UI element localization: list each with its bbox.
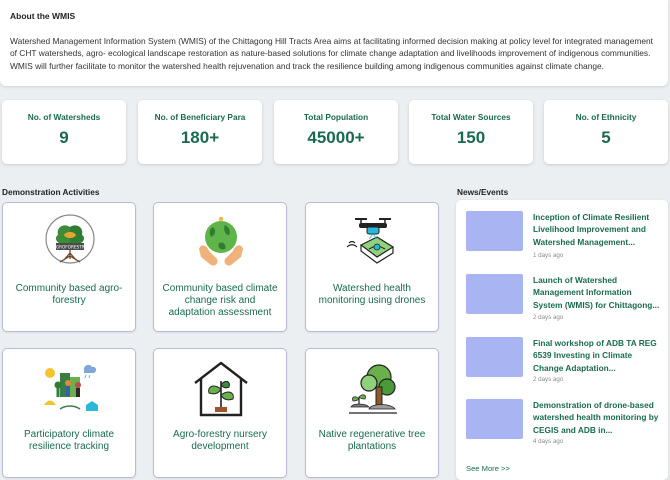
news-title-link[interactable]: Inception of Climate Resilient Livelihoo… xyxy=(533,211,661,248)
news-thumbnail[interactable] xyxy=(466,399,523,439)
activities-section-title: Demonstration Activities xyxy=(2,187,100,197)
climate-tracking-icon xyxy=(44,364,98,411)
stat-label: No. of Watersheds xyxy=(27,112,101,122)
news-item[interactable]: Demonstration of drone-based watershed h… xyxy=(466,399,662,455)
stat-label: No. of Beneficiary Para xyxy=(154,112,246,122)
about-title: About the WMIS xyxy=(10,11,76,21)
svg-text:AGROFORESTRY: AGROFORESTRY xyxy=(53,245,87,250)
activity-label: Native regenerative tree plantations xyxy=(318,429,426,453)
activity-card-climate-risk[interactable]: Community based climate change risk and … xyxy=(153,202,287,332)
activity-label: Participatory climate resilience trackin… xyxy=(23,429,115,453)
stat-value: 180+ xyxy=(180,128,220,147)
news-title-link[interactable]: Launch of Watershed Management Informati… xyxy=(533,274,661,311)
stat-value: 150 xyxy=(456,128,486,147)
stat-water-sources: Total Water Sources 150 xyxy=(409,100,533,164)
stat-watersheds: No. of Watersheds 9 xyxy=(2,100,126,164)
stat-label: Total Water Sources xyxy=(431,112,511,122)
news-thumbnail[interactable] xyxy=(466,337,523,377)
stat-beneficiary-para: No. of Beneficiary Para 180+ xyxy=(138,100,262,164)
news-thumbnail[interactable] xyxy=(466,274,523,314)
drone-icon xyxy=(346,218,395,264)
tree-plantation-icon xyxy=(349,364,397,414)
news-date: 1 days ago xyxy=(533,252,564,259)
activity-card-drones[interactable]: Watershed health monitoring using drones xyxy=(305,202,439,332)
news-item[interactable]: Inception of Climate Resilient Livelihoo… xyxy=(466,211,662,267)
stat-label: Total Population xyxy=(303,112,369,122)
stat-total-population: Total Population 45000+ xyxy=(274,100,398,164)
about-text: Watershed Management Information System … xyxy=(10,36,653,71)
stats-row: No. of Watersheds 9 No. of Beneficiary P… xyxy=(0,100,670,164)
stat-value: 5 xyxy=(601,128,611,147)
see-more-link[interactable]: See More >> xyxy=(466,464,510,473)
news-date: 2 days ago xyxy=(533,376,564,383)
nursery-house-icon xyxy=(194,361,248,417)
news-title-link[interactable]: Final workshop of ADB TA REG 6539 Invest… xyxy=(533,337,661,374)
activity-card-nursery[interactable]: Agro-forestry nursery development xyxy=(153,348,287,478)
news-title-link[interactable]: Demonstration of drone-based watershed h… xyxy=(533,399,661,436)
activity-card-agroforestry[interactable]: AGROFORESTRY Community based agro-forest… xyxy=(2,202,136,332)
stat-value: 45000+ xyxy=(307,128,365,147)
stat-ethnicity: No. of Ethnicity 5 xyxy=(544,100,668,164)
globe-hands-icon xyxy=(199,216,243,266)
activity-label: Community based agro-forestry xyxy=(15,283,123,307)
news-date: 2 days ago xyxy=(533,314,564,321)
news-date: 4 days ago xyxy=(533,438,564,445)
news-panel: Inception of Climate Resilient Livelihoo… xyxy=(456,200,668,480)
stat-value: 9 xyxy=(59,128,69,147)
activity-card-tree-plantation[interactable]: Native regenerative tree plantations xyxy=(305,348,439,478)
news-thumbnail[interactable] xyxy=(466,211,523,251)
news-item[interactable]: Launch of Watershed Management Informati… xyxy=(466,274,662,330)
agroforestry-logo-icon: AGROFORESTRY xyxy=(45,214,95,264)
activity-card-resilience-tracking[interactable]: Participatory climate resilience trackin… xyxy=(2,348,136,478)
activity-label: Agro-forestry nursery development xyxy=(173,429,267,453)
about-panel: About the WMIS Watershed Management Info… xyxy=(0,0,668,86)
activity-label: Watershed health monitoring using drones xyxy=(318,283,426,307)
news-section-title: News/Events xyxy=(457,187,509,197)
stat-label: No. of Ethnicity xyxy=(575,112,637,122)
activity-label: Community based climate change risk and … xyxy=(162,283,278,319)
news-item[interactable]: Final workshop of ADB TA REG 6539 Invest… xyxy=(466,337,662,393)
